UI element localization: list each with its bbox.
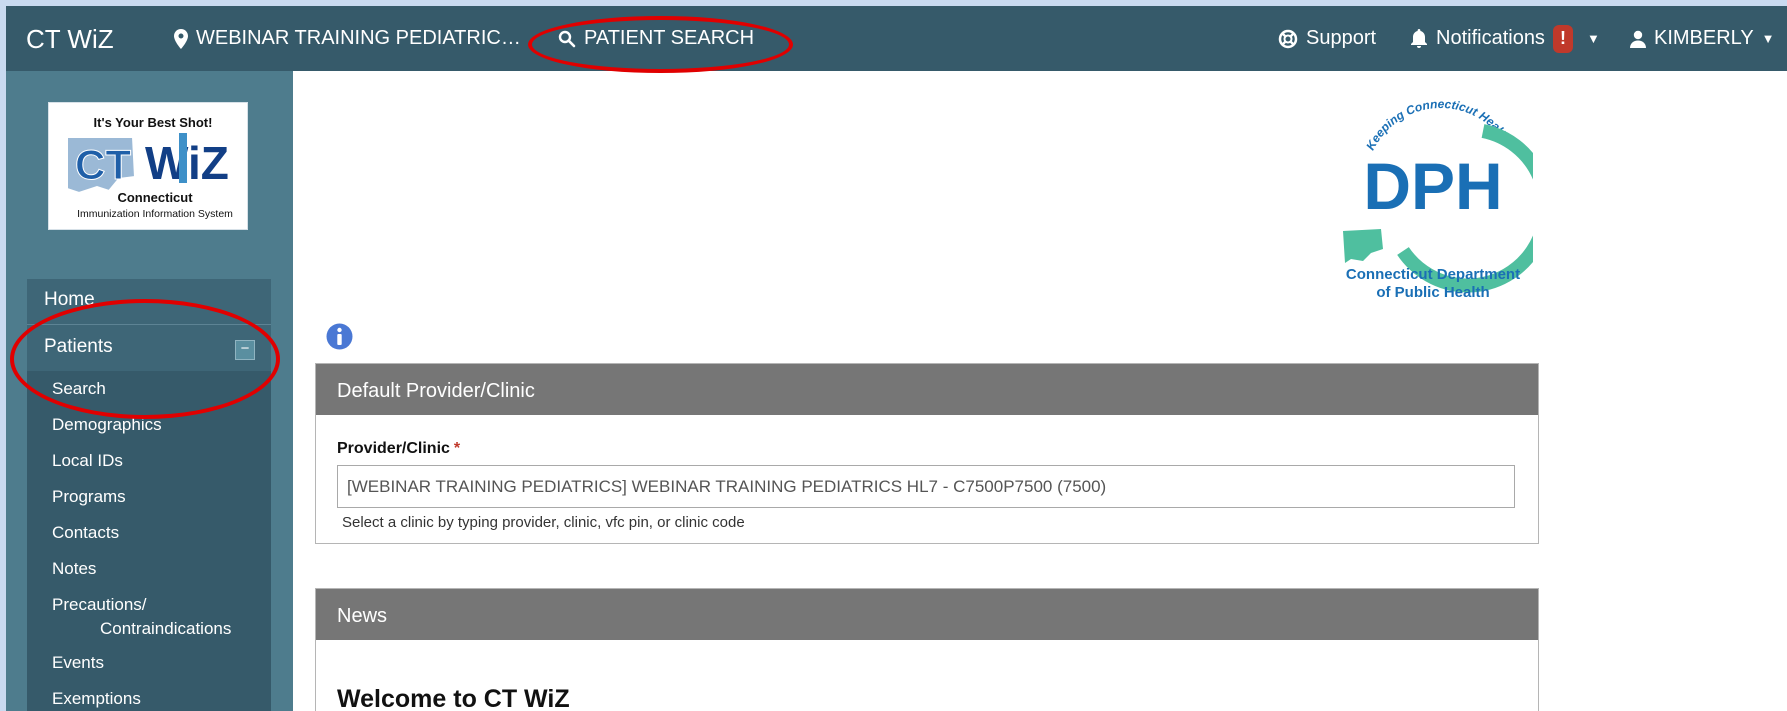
info-icon[interactable] [326,323,353,350]
welcome-heading: Welcome to CT WiZ [337,685,570,711]
provider-clinic-help: Select a clinic by typing provider, clin… [342,514,745,531]
sidebar-item-search[interactable]: Search [27,371,271,407]
dph-line1: Connecticut Department [1346,266,1520,283]
clinic-selector[interactable]: WEBINAR TRAINING PEDIATRIC… [174,6,521,71]
required-mark: * [453,440,461,457]
sidebar-item-label: Patients [44,336,113,357]
support-link[interactable]: Support [1278,6,1376,71]
notification-badge: ! [1552,24,1573,53]
news-panel: News Welcome to CT WiZ [315,588,1539,711]
sidebar-item-label: Precautions/ [52,595,147,614]
collapse-icon[interactable]: − [235,340,255,360]
logo-tagline: It's Your Best Shot! [94,115,213,130]
clinic-name: WEBINAR TRAINING PEDIATRIC… [196,27,521,49]
support-label: Support [1306,27,1377,49]
sidebar-menu: Home Patients − Search Demographics Loca… [27,279,271,711]
sidebar-item-patients[interactable]: Patients − [27,325,271,371]
patient-search-label: PATIENT SEARCH [584,27,755,49]
sidebar-item-contacts[interactable]: Contacts [27,515,271,551]
main-content: Keeping Connecticut Healthy DPH Connecti… [293,71,1787,711]
sidebar: It's Your Best Shot! CT WiZ Connecticut … [6,71,293,711]
dph-logo: Keeping Connecticut Healthy DPH Connecti… [1333,91,1533,301]
sidebar-item-events[interactable]: Events [27,645,271,681]
sidebar-item-exemptions[interactable]: Exemptions [27,681,271,711]
sidebar-item-local-ids[interactable]: Local IDs [27,443,271,479]
logo-subtitle: Immunization Information System [77,208,233,220]
chevron-down-icon: ▼ [1586,31,1600,46]
brand-link[interactable]: CT WiZ [26,24,114,55]
sidebar-item-notes[interactable]: Notes [27,551,271,587]
patient-search-link[interactable]: PATIENT SEARCH [558,6,754,71]
sidebar-item-demographics[interactable]: Demographics [27,407,271,443]
bell-icon [1411,28,1427,48]
dph-letters: DPH [1363,149,1502,223]
logo-ct: CT [75,141,131,188]
notifications-dropdown[interactable]: Notifications ! ▼ [1410,6,1600,71]
dph-arc-text: Keeping Connecticut Healthy [1333,91,1513,152]
user-icon [1630,30,1646,48]
sidebar-item-label-line2: Contraindications [100,619,232,638]
panel-title: Default Provider/Clinic [316,364,1538,415]
chevron-down-icon: ▼ [1761,31,1775,46]
map-marker-icon [174,28,188,49]
top-navbar: CT WiZ WEBINAR TRAINING PEDIATRIC… PATIE… [6,6,1787,71]
search-icon [558,30,576,47]
ctwiz-logo-graphic: It's Your Best Shot! CT WiZ Connecticut … [66,115,233,220]
app-window: CT WiZ WEBINAR TRAINING PEDIATRIC… PATIE… [6,6,1787,711]
sidebar-item-precautions[interactable]: Precautions/ Contraindications [27,587,271,645]
logo-state: Connecticut [117,190,193,205]
provider-clinic-label: Provider/Clinic * [337,440,461,457]
ctwiz-logo: It's Your Best Shot! CT WiZ Connecticut … [48,102,248,230]
notifications-label: Notifications [1436,27,1545,49]
life-ring-icon [1278,29,1298,48]
svg-text:Keeping Connecticut Healthy: Keeping Connecticut Healthy [1333,91,1513,152]
sidebar-item-programs[interactable]: Programs [27,479,271,515]
sidebar-item-home[interactable]: Home [27,279,271,325]
panel-title: News [316,589,1538,640]
user-name: KIMBERLY [1654,27,1754,49]
default-clinic-panel: Default Provider/Clinic Provider/Clinic *… [315,363,1539,544]
user-menu[interactable]: KIMBERLY ▼ [1630,6,1775,71]
patients-submenu: Search Demographics Local IDs Programs C… [27,371,271,711]
provider-clinic-input[interactable] [337,465,1515,508]
dph-line2: of Public Health [1376,284,1489,301]
